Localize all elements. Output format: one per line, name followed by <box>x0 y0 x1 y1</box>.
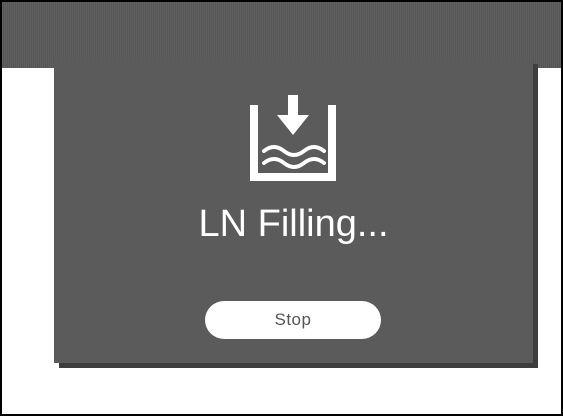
stop-button[interactable]: Stop <box>205 301 381 339</box>
tank-fill-down-arrow-icon <box>250 95 336 181</box>
status-text: LN Filling... <box>198 203 389 245</box>
screen: LN Filling... Stop <box>0 0 563 416</box>
ln-filling-dialog: LN Filling... Stop <box>54 59 533 363</box>
